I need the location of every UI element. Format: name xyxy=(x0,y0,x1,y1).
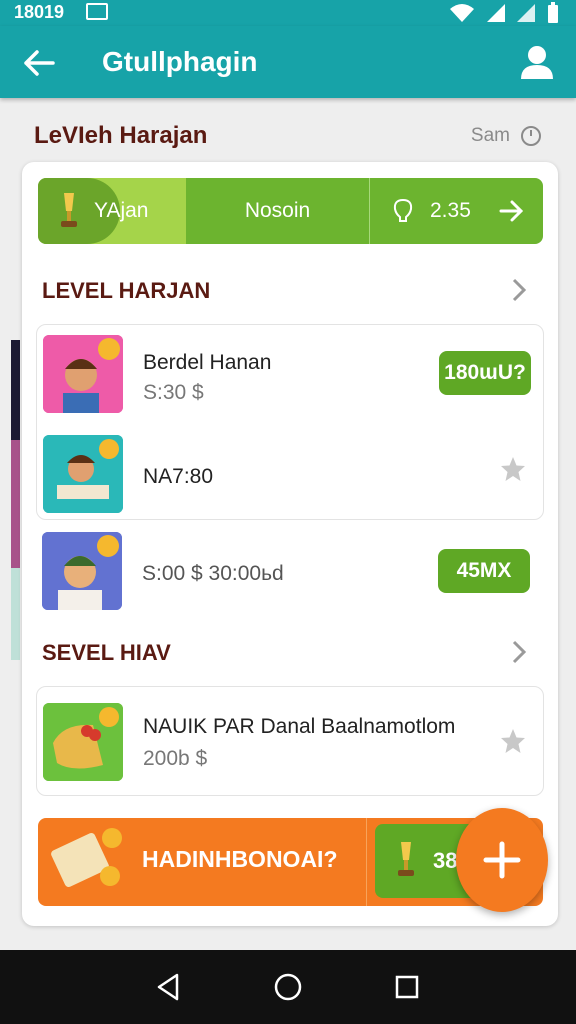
promo-left: HADINHBONOAI? xyxy=(38,818,366,906)
add-button[interactable] xyxy=(456,808,548,912)
segment-bar: YAjan Nosoin 2.35 xyxy=(38,178,543,244)
item-badge[interactable]: 180ɯU? xyxy=(439,351,531,395)
item-title: NAUIK PAR Danal Baalnamotlom xyxy=(143,715,456,738)
plus-icon xyxy=(483,841,521,879)
trophy-icon xyxy=(61,193,77,227)
account-icon[interactable] xyxy=(520,44,554,80)
item-list: NAUIK PAR Danal Baalnamotlom 200b $ xyxy=(36,686,544,796)
promo-value: 38 xyxy=(433,848,458,873)
calculator-coin-icon xyxy=(51,828,122,887)
system-nav-bar xyxy=(0,950,576,1024)
avatar xyxy=(42,532,122,610)
page-title: LeVIeh Harajan xyxy=(34,122,208,149)
item-subtitle: 200b $ xyxy=(143,747,208,770)
signal-icon xyxy=(487,4,505,22)
item-subtitle: S:30 $ xyxy=(143,381,204,404)
main-card: YAjan Nosoin 2.35 LEVEL HARJAN Berdel Ha… xyxy=(22,162,558,926)
avatar xyxy=(43,335,123,413)
segment-third-label: 2.35 xyxy=(430,199,471,222)
trophy-icon xyxy=(398,842,414,876)
segment-second-label: Nosoin xyxy=(244,199,311,222)
side-strip xyxy=(11,568,20,660)
lightbulb-icon xyxy=(393,198,413,222)
chevron-right-icon[interactable] xyxy=(510,277,528,303)
segment-third[interactable]: 2.35 xyxy=(370,178,543,244)
star-icon[interactable] xyxy=(499,727,527,755)
arrow-right-icon[interactable] xyxy=(499,199,525,223)
nav-recents-icon[interactable] xyxy=(391,971,423,1003)
status-time: 18019 xyxy=(14,2,65,22)
character-avatar-icon xyxy=(43,435,123,513)
status-icons xyxy=(448,2,560,24)
item-title: S:00 $ 30:00ьd xyxy=(142,562,284,585)
item-list: Berdel Hanan S:30 $ 180ɯU? NA7:80 xyxy=(36,324,544,520)
side-strip xyxy=(11,440,20,568)
character-avatar-icon xyxy=(43,335,123,413)
app-bar: Gtullphagin xyxy=(0,26,576,98)
item-badge[interactable]: 45MX xyxy=(438,549,530,593)
star-icon[interactable] xyxy=(499,455,527,483)
battery-icon xyxy=(548,2,558,23)
item-image xyxy=(43,703,123,781)
segment-first-label: YAjan xyxy=(94,199,149,222)
wifi-icon xyxy=(450,4,474,22)
section-title: LEVEL HARJAN xyxy=(42,278,211,303)
signal-icon-2 xyxy=(517,4,535,22)
side-strip xyxy=(11,340,20,440)
character-avatar-icon xyxy=(42,532,122,610)
segment-second[interactable]: Nosoin xyxy=(186,178,370,244)
item-title: NA7:80 xyxy=(143,465,214,488)
status-bar: 18019 xyxy=(0,0,576,26)
app-title: Gtullphagin xyxy=(102,46,258,77)
clock-icon xyxy=(521,126,541,146)
nav-home-icon[interactable] xyxy=(272,971,304,1003)
nav-back-icon[interactable] xyxy=(153,971,185,1003)
avatar xyxy=(43,435,123,513)
food-bag-icon xyxy=(43,703,123,781)
back-arrow-icon[interactable] xyxy=(22,48,56,78)
sort-control[interactable]: Sam xyxy=(471,125,542,147)
notification-image-icon xyxy=(86,3,108,20)
promo-label: HADINHBONOAI? xyxy=(142,846,338,872)
chevron-right-icon[interactable] xyxy=(510,639,528,665)
segment-first[interactable]: YAjan xyxy=(38,178,186,244)
item-title: Berdel Hanan xyxy=(143,351,272,374)
sort-label: Sam xyxy=(470,125,510,146)
section-title: SEVEL HIAV xyxy=(42,640,171,665)
